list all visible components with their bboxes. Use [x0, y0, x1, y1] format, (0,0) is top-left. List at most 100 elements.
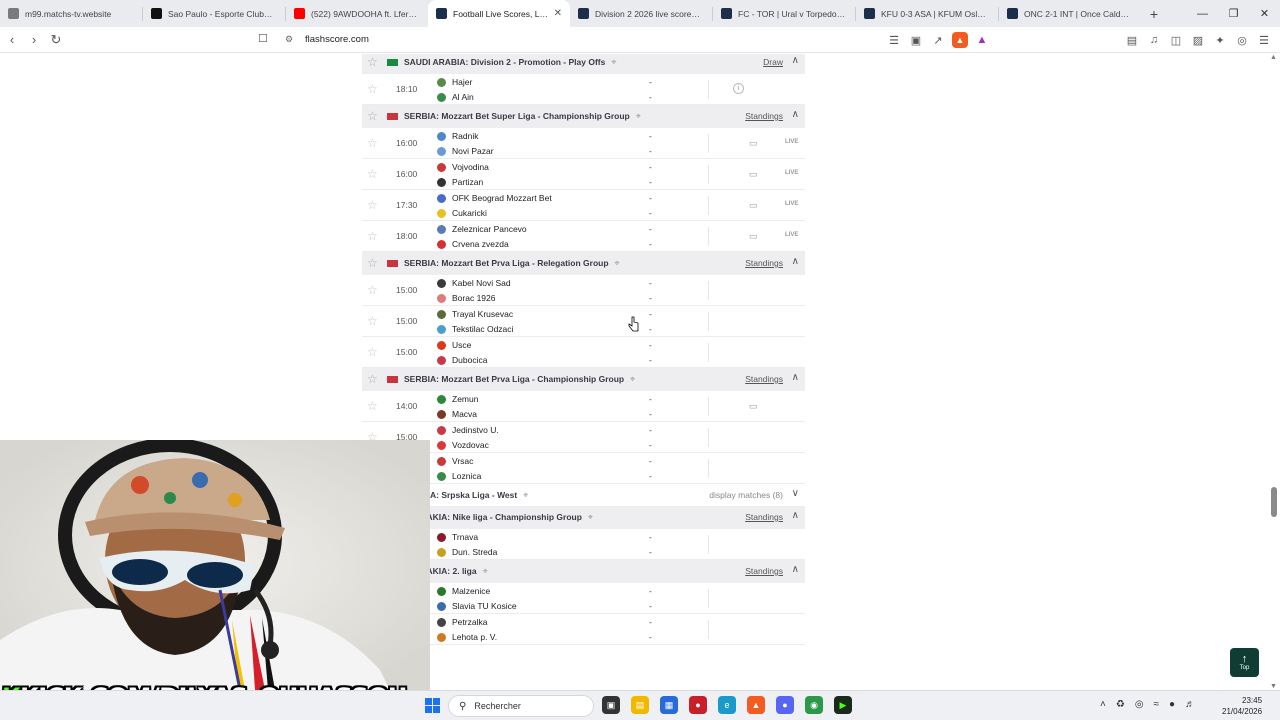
home-team[interactable]: Vrsac	[437, 456, 473, 466]
home-team[interactable]: Radnik	[437, 131, 478, 141]
scroll-down-icon[interactable]: ▼	[1270, 683, 1277, 690]
vpn-icon[interactable]: ◎	[1234, 32, 1250, 48]
media-icon[interactable]: ♫	[1146, 32, 1162, 48]
chevron-up-icon[interactable]: ∧	[792, 256, 799, 267]
bookmark-icon[interactable]: ☐	[258, 32, 268, 45]
away-team[interactable]: Macva	[437, 409, 477, 419]
away-team[interactable]: Dun. Streda	[437, 547, 497, 557]
league-name[interactable]: SERBIA: Mozzart Bet Prva Liga - Relegati…	[404, 258, 620, 269]
scroll-thumb[interactable]	[1271, 487, 1277, 517]
close-tab-icon[interactable]: ✕	[554, 8, 562, 19]
match-row[interactable]: ☆ 16:00 Vojvodina Partizan - - ▭ LIVE	[362, 159, 805, 190]
maximize-icon[interactable]: ❐	[1218, 0, 1249, 27]
league-name[interactable]: SERBIA: Mozzart Bet Super Liga - Champio…	[404, 111, 641, 122]
home-team[interactable]: Zemun	[437, 394, 478, 404]
scroll-up-icon[interactable]: ▲	[1270, 54, 1277, 61]
away-team[interactable]: Crvena zvezda	[437, 239, 509, 249]
favorite-star-icon[interactable]: ☆	[367, 229, 378, 243]
favorite-star-icon[interactable]: ☆	[367, 283, 378, 297]
tab-active[interactable]: Football Live Scores, Latest ✕	[428, 0, 570, 27]
translate-icon[interactable]: ☰	[886, 32, 902, 48]
sidebar-toggle-icon[interactable]: ▤	[1124, 32, 1140, 48]
pin-icon[interactable]: ⌖	[636, 111, 641, 121]
tab[interactable]: m99.matchs-tv.website	[0, 0, 142, 27]
match-row[interactable]: ☆ 14:00 Zemun Macva - - ▭	[362, 391, 805, 422]
chevron-up-icon[interactable]: ∧	[792, 372, 799, 383]
match-row[interactable]: ☆ 18:00 Zeleznicar Pancevo Crvena zvezda - - ▭…	[362, 221, 805, 252]
favorite-star-icon[interactable]: ☆	[367, 372, 378, 386]
match-row[interactable]: ☆ 17:30 OFK Beograd Mozzart Bet Cukaricki - -…	[362, 190, 805, 221]
favorite-star-icon[interactable]: ☆	[367, 345, 378, 359]
pin-icon[interactable]: ⌖	[588, 512, 593, 522]
terminal-icon[interactable]: ▶	[834, 696, 852, 714]
live-stream-badge[interactable]: LIVE	[785, 232, 798, 238]
chevron-up-icon[interactable]: ∧	[792, 564, 799, 575]
page-scrollbar[interactable]: ▲ ▼	[1269, 54, 1278, 690]
home-team[interactable]: Jedinstvo U.	[437, 425, 499, 435]
cast-icon[interactable]: ▣	[908, 32, 924, 48]
tab[interactable]: (522) 9AWDOOHA ft. Lferda (P	[286, 0, 428, 27]
home-team[interactable]: OFK Beograd Mozzart Bet	[437, 193, 552, 203]
home-team[interactable]: Petrzalka	[437, 617, 487, 627]
match-row[interactable]: ☆ 15:00 Kabel Novi Sad Borac 1926 - -	[362, 275, 805, 306]
url-field[interactable]: flashscore.com	[305, 34, 369, 45]
microphone-icon[interactable]: ●	[1169, 699, 1175, 710]
home-team[interactable]: Zeleznicar Pancevo	[437, 224, 527, 234]
pin-icon[interactable]: ⌖	[615, 258, 620, 268]
update-icon[interactable]: ♻	[1116, 699, 1125, 710]
info-icon[interactable]: i	[733, 83, 744, 94]
back-to-top-button[interactable]: ↑ Top	[1230, 648, 1259, 677]
away-team[interactable]: Partizan	[437, 177, 483, 187]
store-icon[interactable]: ▦	[660, 696, 678, 714]
away-team[interactable]: Vozdovac	[437, 440, 489, 450]
taskbar-clock[interactable]: 23:45 21/04/2026	[1222, 695, 1262, 717]
tab[interactable]: Division 2 2026 live scores, res	[570, 0, 712, 27]
league-header[interactable]: ☆ SAUDI ARABIA: Division 2 - Promotion - …	[362, 54, 805, 74]
tab[interactable]: Sao Paulo - Esporte Clube Juventude	[143, 0, 285, 27]
away-team[interactable]: Tekstilac Odzaci	[437, 324, 513, 334]
favorite-star-icon[interactable]: ☆	[367, 167, 378, 181]
back-icon[interactable]: ‹	[2, 30, 22, 50]
app-red-icon[interactable]: ●	[689, 696, 707, 714]
chevron-up-icon[interactable]: ˄	[1100, 699, 1106, 710]
home-team[interactable]: Usce	[437, 340, 471, 350]
close-window-icon[interactable]: ✕	[1249, 0, 1280, 27]
league-header[interactable]: ☆ SERBIA: Mozzart Bet Prva Liga - Relegat…	[362, 252, 805, 275]
wifi-icon[interactable]: ≈	[1154, 699, 1160, 710]
league-link[interactable]: Standings	[745, 374, 783, 384]
match-row[interactable]: ☆ 18:10 Hajer Al Ain - - i	[362, 74, 805, 105]
away-team[interactable]: Borac 1926	[437, 293, 495, 303]
favorite-star-icon[interactable]: ☆	[367, 109, 378, 123]
favorite-star-icon[interactable]: ☆	[367, 198, 378, 212]
wallet-icon[interactable]: ▨	[1190, 32, 1206, 48]
file-explorer-icon[interactable]: ▤	[631, 696, 649, 714]
taskbar-search[interactable]: ⚲ Rechercher	[448, 695, 594, 717]
chevron-up-icon[interactable]: ∧	[792, 55, 799, 66]
league-header[interactable]: ☆ SERBIA: Mozzart Bet Prva Liga - Champio…	[362, 368, 805, 391]
match-row[interactable]: ☆ 15:00 Trayal Krusevac Tekstilac Odzaci - -	[362, 306, 805, 337]
league-link[interactable]: Draw	[763, 57, 783, 67]
leo-ai-icon[interactable]: ✦	[1212, 32, 1228, 48]
brave-taskbar-icon[interactable]: ▲	[747, 696, 765, 714]
live-stream-badge[interactable]: LIVE	[785, 201, 798, 207]
windows-start-icon[interactable]	[425, 698, 440, 713]
home-team[interactable]: Hajer	[437, 77, 472, 87]
home-team[interactable]: Malzenice	[437, 586, 490, 596]
live-stream-badge[interactable]: LIVE	[785, 139, 798, 145]
home-team[interactable]: Trnava	[437, 532, 478, 542]
favorite-star-icon[interactable]: ☆	[367, 314, 378, 328]
league-link[interactable]: Standings	[745, 566, 783, 576]
away-team[interactable]: Al Ain	[437, 92, 474, 102]
forward-icon[interactable]: ›	[24, 30, 44, 50]
favorite-star-icon[interactable]: ☆	[367, 136, 378, 150]
tv-icon[interactable]: ▭	[749, 231, 758, 242]
brave-rewards-icon[interactable]: ▲	[974, 32, 990, 48]
chevron-up-icon[interactable]: ∧	[792, 510, 799, 521]
menu-icon[interactable]: ☰	[1256, 32, 1272, 48]
chevron-up-icon[interactable]: ∧	[792, 109, 799, 120]
away-team[interactable]: Loznica	[437, 471, 481, 481]
tv-icon[interactable]: ▭	[749, 169, 758, 180]
home-team[interactable]: Trayal Krusevac	[437, 309, 513, 319]
away-team[interactable]: Slavia TU Kosice	[437, 601, 517, 611]
task-view-icon[interactable]: ▣	[602, 696, 620, 714]
